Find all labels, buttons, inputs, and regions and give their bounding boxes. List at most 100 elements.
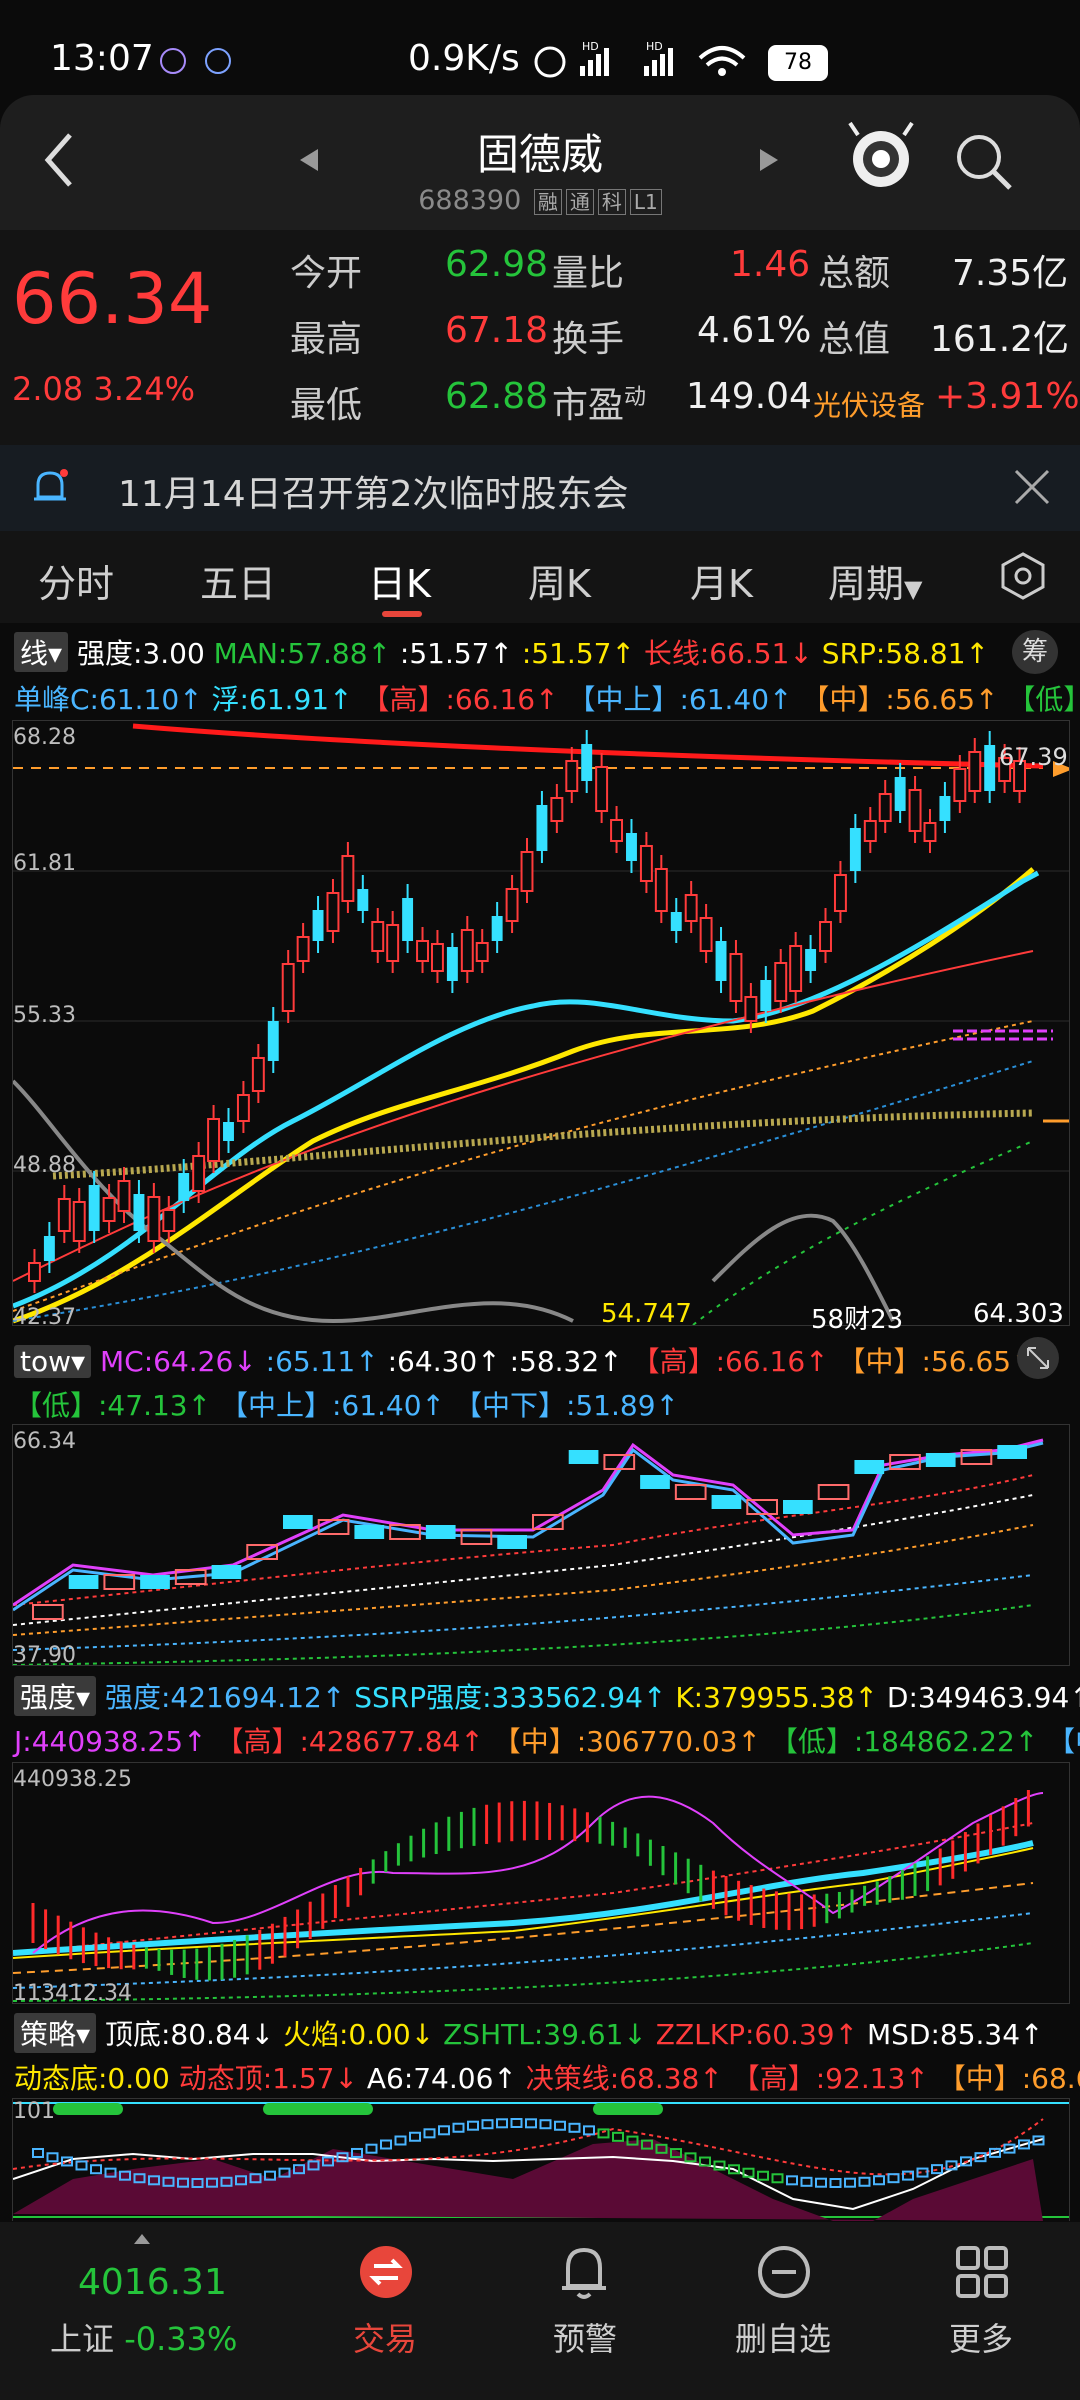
tab-five-day[interactable]: 五日 bbox=[200, 553, 276, 608]
svg-text:HD: HD bbox=[582, 40, 599, 53]
tow-chart-panel[interactable]: 66.34 37.90 bbox=[12, 1424, 1070, 1668]
tow-bar bbox=[425, 1525, 456, 1539]
candle-body bbox=[699, 917, 713, 952]
bell-icon[interactable] bbox=[556, 2242, 612, 2302]
legend-item: 强度:3.00 bbox=[76, 637, 205, 670]
stock-code-line: 688390 融通科 L1 bbox=[0, 185, 1080, 216]
expand-up-icon[interactable] bbox=[132, 2232, 152, 2246]
strategy-bar bbox=[467, 2120, 479, 2131]
strategy-indicator-selector[interactable]: 策略▾ bbox=[14, 2013, 97, 2053]
low-label: 最低 bbox=[290, 385, 363, 426]
next-stock-icon[interactable] bbox=[758, 147, 780, 173]
tab-monthly-k[interactable]: 月K bbox=[690, 553, 753, 608]
strategy-selector-label: 策略 bbox=[20, 2018, 77, 2051]
strategy-chart-panel[interactable]: 101 bbox=[12, 2098, 1070, 2221]
strength-indicator-line1: 强度▾ 强度:421694.12↑ SSRP强度:333562.94↑ K:37… bbox=[14, 1676, 1080, 1716]
nav-remove-watchlist[interactable]: 删自选 bbox=[708, 2314, 858, 2360]
legend-item: ZZLKP:60.39↑ bbox=[655, 2018, 859, 2051]
nav-alert[interactable]: 预警 bbox=[510, 2314, 660, 2360]
legend-item: :51.57↑ bbox=[521, 637, 635, 670]
candle-body bbox=[296, 936, 310, 962]
main-indicator-line2: 单峰C:61.10↑ 浮:61.91↑ 【高】:66.16↑ 【中上】:61.4… bbox=[14, 678, 1080, 718]
strategy-bar bbox=[757, 2170, 769, 2181]
nav-more[interactable]: 更多 bbox=[906, 2314, 1056, 2360]
strategy-bar bbox=[452, 2122, 465, 2133]
candle-body bbox=[88, 1185, 100, 1231]
announcement-bar[interactable]: 11月14日召开第2次临时股东会 bbox=[0, 445, 1080, 531]
bottom-nav: 4016.31 上证 -0.33% 交易 预警 删自选 更多 bbox=[0, 2222, 1080, 2400]
tow-bar bbox=[317, 1519, 350, 1535]
strategy-signal-badge bbox=[263, 2103, 373, 2115]
tab-daily-k[interactable]: 日K bbox=[368, 553, 431, 608]
strategy-bar bbox=[32, 2148, 44, 2158]
legend-item: SRP:58.81↑ bbox=[821, 637, 989, 670]
candle-body bbox=[475, 942, 489, 962]
ma-yellow-line bbox=[13, 867, 1035, 1324]
candle-body bbox=[460, 929, 474, 972]
candle-body bbox=[236, 1094, 250, 1122]
high-value: 67.18 bbox=[445, 310, 549, 351]
tag-star: 科 bbox=[597, 189, 626, 215]
close-icon[interactable] bbox=[1012, 467, 1052, 507]
legend-item: 单峰C:61.10↑ bbox=[14, 683, 203, 716]
index-value[interactable]: 4016.31 bbox=[78, 2262, 227, 2303]
candle-body bbox=[984, 745, 996, 791]
candle-body bbox=[520, 851, 534, 892]
candle-body bbox=[341, 855, 355, 902]
candle-body bbox=[505, 888, 519, 922]
candle-body bbox=[729, 953, 743, 1002]
trade-icon[interactable] bbox=[358, 2244, 414, 2300]
candle-body bbox=[281, 963, 295, 1012]
turnover-amount-value: 7.35亿 bbox=[952, 253, 1069, 294]
ma-blue-dotted bbox=[13, 1060, 1034, 1322]
quote-panel: 66.34 2.08 3.24% 今开 62.98 量比 1.46 总额 7.3… bbox=[0, 230, 1080, 445]
axis-label: 101 bbox=[13, 2099, 55, 2124]
strategy-signal-badge bbox=[53, 2103, 123, 2115]
strategy-bar bbox=[815, 2177, 827, 2188]
legend-item: 【中上】:61.40↑ bbox=[219, 1389, 446, 1422]
axis-label: 113412.34 bbox=[13, 1981, 132, 2006]
index-info[interactable]: 上证 -0.33% bbox=[50, 2314, 237, 2360]
expand-icon[interactable] bbox=[1016, 1336, 1060, 1380]
mascot-icon[interactable] bbox=[846, 117, 916, 197]
axis-label: 61.81 bbox=[13, 851, 76, 876]
legend-item: :51.57↑ bbox=[399, 637, 513, 670]
sector-label[interactable]: 光伏设备 bbox=[813, 384, 925, 424]
tow-indicator-selector[interactable]: tow▾ bbox=[14, 1345, 92, 1378]
strategy-bar bbox=[887, 2173, 900, 2184]
chevron-down-icon: ▼ bbox=[904, 575, 923, 603]
settings-hexagon-icon[interactable] bbox=[998, 551, 1048, 601]
tab-weekly-k[interactable]: 周K bbox=[528, 553, 591, 608]
tab-intraday[interactable]: 分时 bbox=[38, 553, 114, 608]
kline-chart-panel[interactable]: 68.28 61.81 55.33 48.88 42.37 67.39 54.7… bbox=[12, 720, 1070, 1335]
strategy-bar bbox=[554, 2120, 566, 2131]
tab-period[interactable]: 周期▼ bbox=[828, 553, 922, 608]
strength-chart-panel[interactable]: 440938.25 113412.34 bbox=[12, 1762, 1070, 2006]
index-change: -0.33% bbox=[124, 2320, 238, 2358]
tag-connect: 通 bbox=[565, 189, 594, 215]
legend-item: 顶底:80.84↓ bbox=[104, 2018, 275, 2051]
candle-body bbox=[878, 793, 892, 822]
nav-trade[interactable]: 交易 bbox=[310, 2314, 460, 2360]
legend-item: K:379955.38↑ bbox=[675, 1681, 878, 1714]
tow-bar bbox=[925, 1453, 956, 1467]
candle-body bbox=[117, 1180, 131, 1212]
strength-indicator-selector[interactable]: 强度▾ bbox=[14, 1676, 97, 1716]
legend-item: 【高】:66.16↑ bbox=[361, 683, 559, 716]
strategy-bar bbox=[46, 2152, 59, 2163]
market-cap-label: 总值 bbox=[818, 319, 891, 360]
legend-item: MAN:57.88↑ bbox=[213, 637, 391, 670]
legend-item: :64.30↑ bbox=[387, 1345, 501, 1378]
period-tabs: 分时 五日 日K 周K 月K 周期▼ bbox=[0, 531, 1080, 623]
main-indicator-selector[interactable]: 线▾ bbox=[14, 632, 69, 672]
search-icon[interactable] bbox=[955, 133, 1015, 193]
svg-text:HD: HD bbox=[646, 40, 663, 53]
price-change: 2.08 3.24% bbox=[12, 370, 195, 408]
oscillator-gray-line bbox=[13, 1079, 895, 1324]
remove-watchlist-icon[interactable] bbox=[756, 2244, 812, 2300]
candle-body bbox=[416, 940, 429, 962]
chip-distribution-button[interactable]: 筹 bbox=[1012, 630, 1058, 674]
candle-body bbox=[774, 962, 788, 1002]
strategy-chart bbox=[13, 2102, 1069, 2221]
grid-icon[interactable] bbox=[954, 2244, 1010, 2300]
